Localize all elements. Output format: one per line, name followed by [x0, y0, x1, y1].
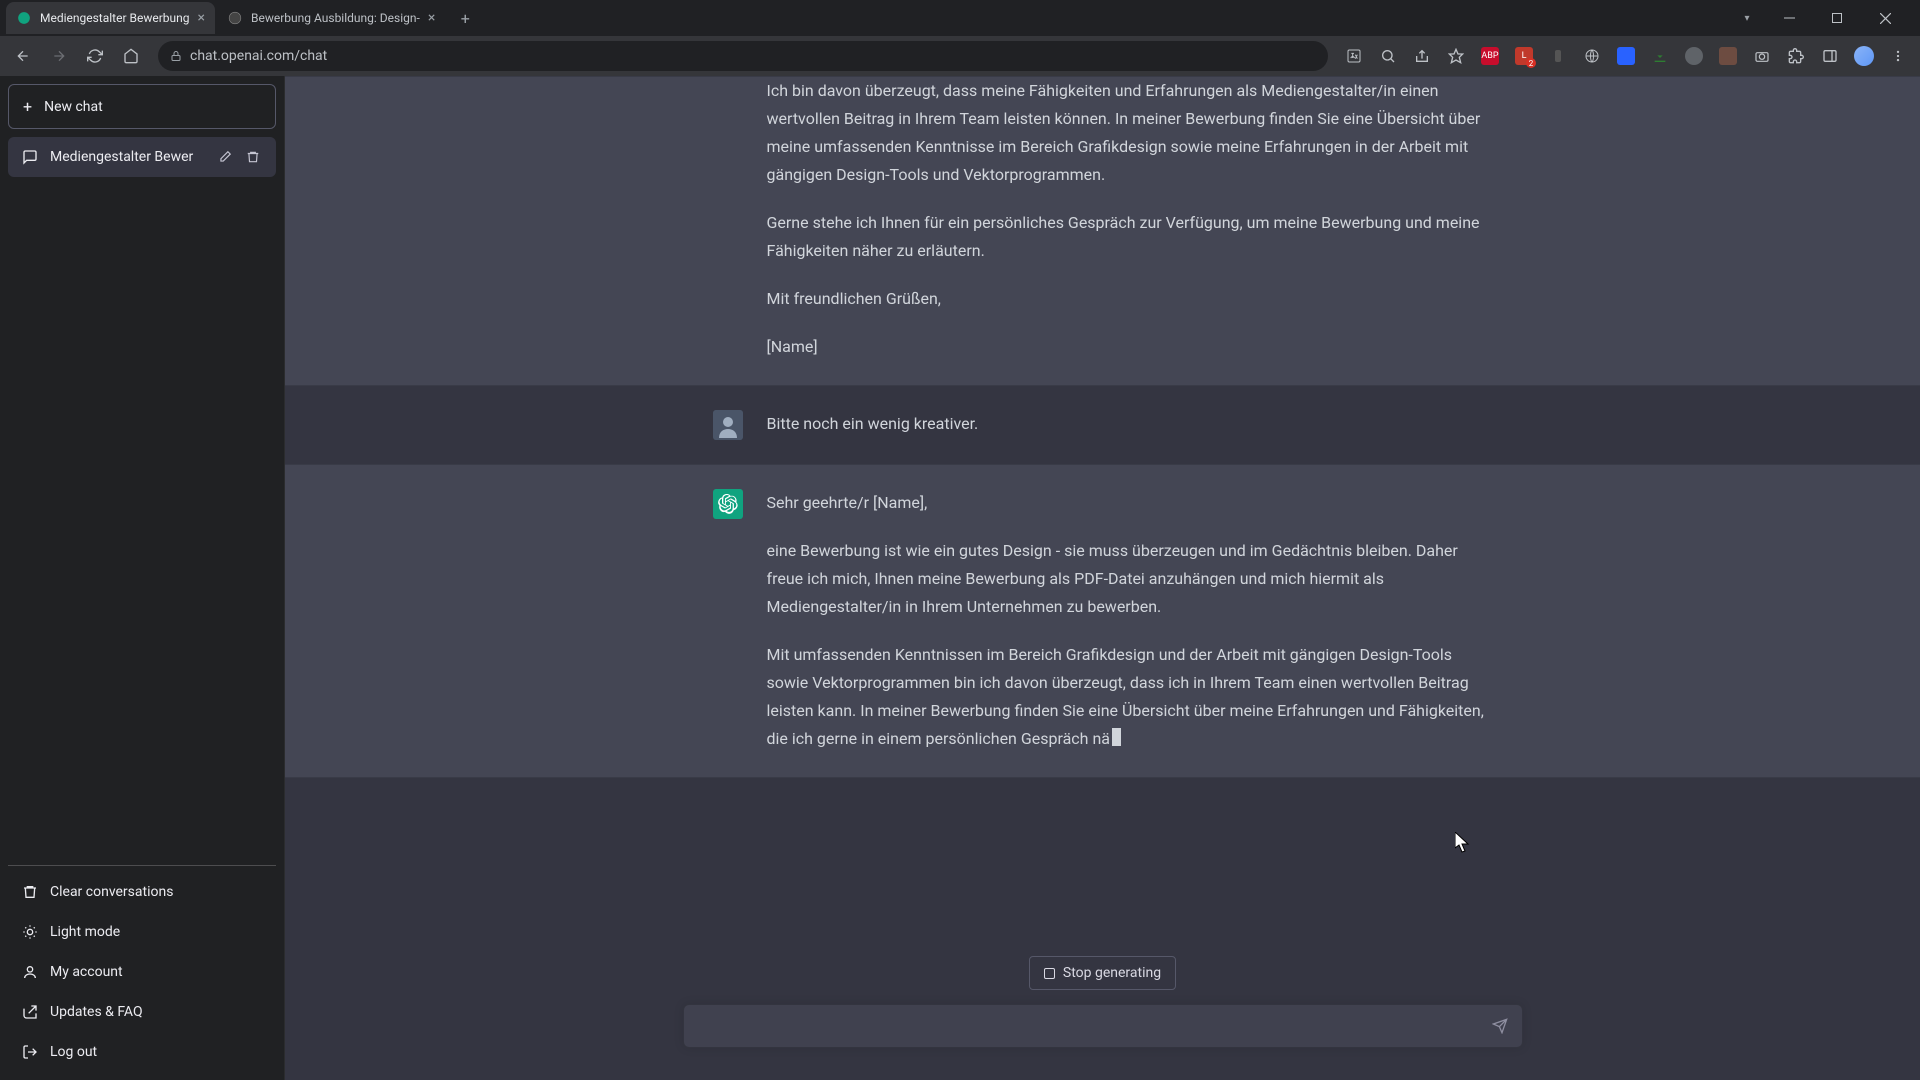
clear-conversations[interactable]: Clear conversations [8, 872, 276, 912]
side-item-label: Clear conversations [50, 884, 173, 900]
profile-avatar[interactable] [1850, 42, 1878, 70]
close-icon[interactable]: × [428, 10, 435, 26]
chat-icon [22, 149, 38, 165]
abp-extension[interactable]: ABP [1476, 42, 1504, 70]
input-area: Stop generating [285, 956, 1920, 1080]
paragraph: [Name] [767, 333, 1493, 361]
extension-blue[interactable] [1612, 42, 1640, 70]
prompt-box[interactable] [683, 1004, 1523, 1048]
logout-icon [22, 1044, 38, 1060]
lock-icon [170, 50, 182, 62]
trash-icon[interactable] [246, 150, 262, 164]
window-controls: ▾ [1732, 4, 1914, 32]
stop-label: Stop generating [1063, 965, 1161, 981]
light-mode-toggle[interactable]: Light mode [8, 912, 276, 952]
tab-title: Bewerbung Ausbildung: Design- [251, 11, 420, 25]
stop-icon [1044, 968, 1055, 979]
paragraph: Mit umfassenden Kenntnissen im Bereich G… [767, 641, 1493, 753]
side-item-label: My account [50, 964, 123, 980]
send-icon[interactable] [1492, 1018, 1508, 1034]
extension-gray[interactable] [1680, 42, 1708, 70]
chatgpt-favicon [16, 10, 32, 26]
back-button[interactable] [8, 41, 38, 71]
favicon [227, 10, 243, 26]
sun-icon [22, 924, 38, 940]
streaming-cursor [1112, 728, 1121, 746]
paragraph: Ich bin davon überzeugt, dass meine Fähi… [767, 77, 1493, 189]
menu-icon[interactable] [1884, 42, 1912, 70]
assistant-avatar [713, 489, 743, 519]
message-row-assistant: Ich bin davon überzeugt, dass meine Fähi… [285, 76, 1920, 386]
side-item-label: Light mode [50, 924, 120, 940]
globe-icon[interactable] [1578, 42, 1606, 70]
message-content: Sehr geehrte/r [Name], eine Bewerbung is… [767, 489, 1493, 753]
browser-tab-2[interactable]: Bewerbung Ausbildung: Design- × [217, 2, 445, 34]
side-item-label: Log out [50, 1044, 97, 1060]
sidebar-bottom: Clear conversations Light mode My accoun… [8, 865, 276, 1072]
conversation-item[interactable]: Mediengestalter Bewer [8, 137, 276, 177]
url-text: chat.openai.com/chat [190, 48, 327, 64]
prompt-input[interactable] [698, 1017, 1492, 1035]
trash-icon [22, 884, 38, 900]
extension-icons: ABP L2 [1340, 42, 1912, 70]
address-bar: chat.openai.com/chat ABP L2 [0, 36, 1920, 76]
maximize-button[interactable] [1816, 4, 1858, 32]
app-container: + New chat Mediengestalter Bewer Clear c… [0, 76, 1920, 1080]
plus-icon: + [23, 97, 32, 116]
extension-brown[interactable] [1714, 42, 1742, 70]
message-content: Bitte noch ein wenig kreativer. [767, 410, 1493, 440]
sidebar: + New chat Mediengestalter Bewer Clear c… [0, 76, 285, 1080]
new-chat-button[interactable]: + New chat [8, 84, 276, 129]
home-button[interactable] [116, 41, 146, 71]
side-item-label: Updates & FAQ [50, 1004, 143, 1020]
extension-badge[interactable]: L2 [1510, 42, 1538, 70]
browser-tab-1[interactable]: Mediengestalter Bewerbung × [6, 2, 215, 34]
browser-chrome: Mediengestalter Bewerbung × Bewerbung Au… [0, 0, 1920, 76]
paragraph: Gerne stehe ich Ihnen für ein persönlich… [767, 209, 1493, 265]
edit-icon[interactable] [218, 150, 234, 164]
extensions-menu-icon[interactable] [1782, 42, 1810, 70]
user-icon [22, 964, 38, 980]
chat-scroll[interactable]: Ich bin davon überzeugt, dass meine Fähi… [285, 76, 1920, 956]
reload-button[interactable] [80, 41, 110, 71]
message-content: Ich bin davon überzeugt, dass meine Fähi… [767, 77, 1493, 361]
minimize-button[interactable] [1768, 4, 1810, 32]
url-input[interactable]: chat.openai.com/chat [158, 41, 1328, 71]
new-chat-label: New chat [44, 99, 103, 115]
chevron-down-icon[interactable]: ▾ [1732, 4, 1762, 32]
close-button[interactable] [1864, 4, 1906, 32]
star-icon[interactable] [1442, 42, 1470, 70]
my-account[interactable]: My account [8, 952, 276, 992]
extension-generic-1[interactable] [1544, 42, 1572, 70]
stop-generating-button[interactable]: Stop generating [1029, 956, 1176, 990]
forward-button[interactable] [44, 41, 74, 71]
sidepanel-icon[interactable] [1816, 42, 1844, 70]
tab-strip: Mediengestalter Bewerbung × Bewerbung Au… [0, 0, 1920, 36]
chat-main: Ich bin davon überzeugt, dass meine Fähi… [285, 76, 1920, 1080]
zoom-icon[interactable] [1374, 42, 1402, 70]
paragraph: Bitte noch ein wenig kreativer. [767, 410, 1493, 438]
paragraph: eine Bewerbung ist wie ein gutes Design … [767, 537, 1493, 621]
paragraph: Mit freundlichen Grüßen, [767, 285, 1493, 313]
share-icon[interactable] [1408, 42, 1436, 70]
message-row-user: Bitte noch ein wenig kreativer. [285, 386, 1920, 464]
mouse-cursor [1455, 832, 1471, 854]
link-icon [22, 1004, 38, 1020]
translate-icon[interactable] [1340, 42, 1368, 70]
conversation-title: Mediengestalter Bewer [50, 149, 206, 165]
paragraph: Sehr geehrte/r [Name], [767, 489, 1493, 517]
close-icon[interactable]: × [198, 10, 205, 26]
user-avatar [713, 410, 743, 440]
message-row-assistant: Sehr geehrte/r [Name], eine Bewerbung is… [285, 464, 1920, 778]
updates-faq[interactable]: Updates & FAQ [8, 992, 276, 1032]
new-tab-button[interactable]: + [451, 4, 479, 32]
log-out[interactable]: Log out [8, 1032, 276, 1072]
tab-title: Mediengestalter Bewerbung [40, 11, 190, 25]
camera-icon[interactable] [1748, 42, 1776, 70]
download-icon[interactable] [1646, 42, 1674, 70]
